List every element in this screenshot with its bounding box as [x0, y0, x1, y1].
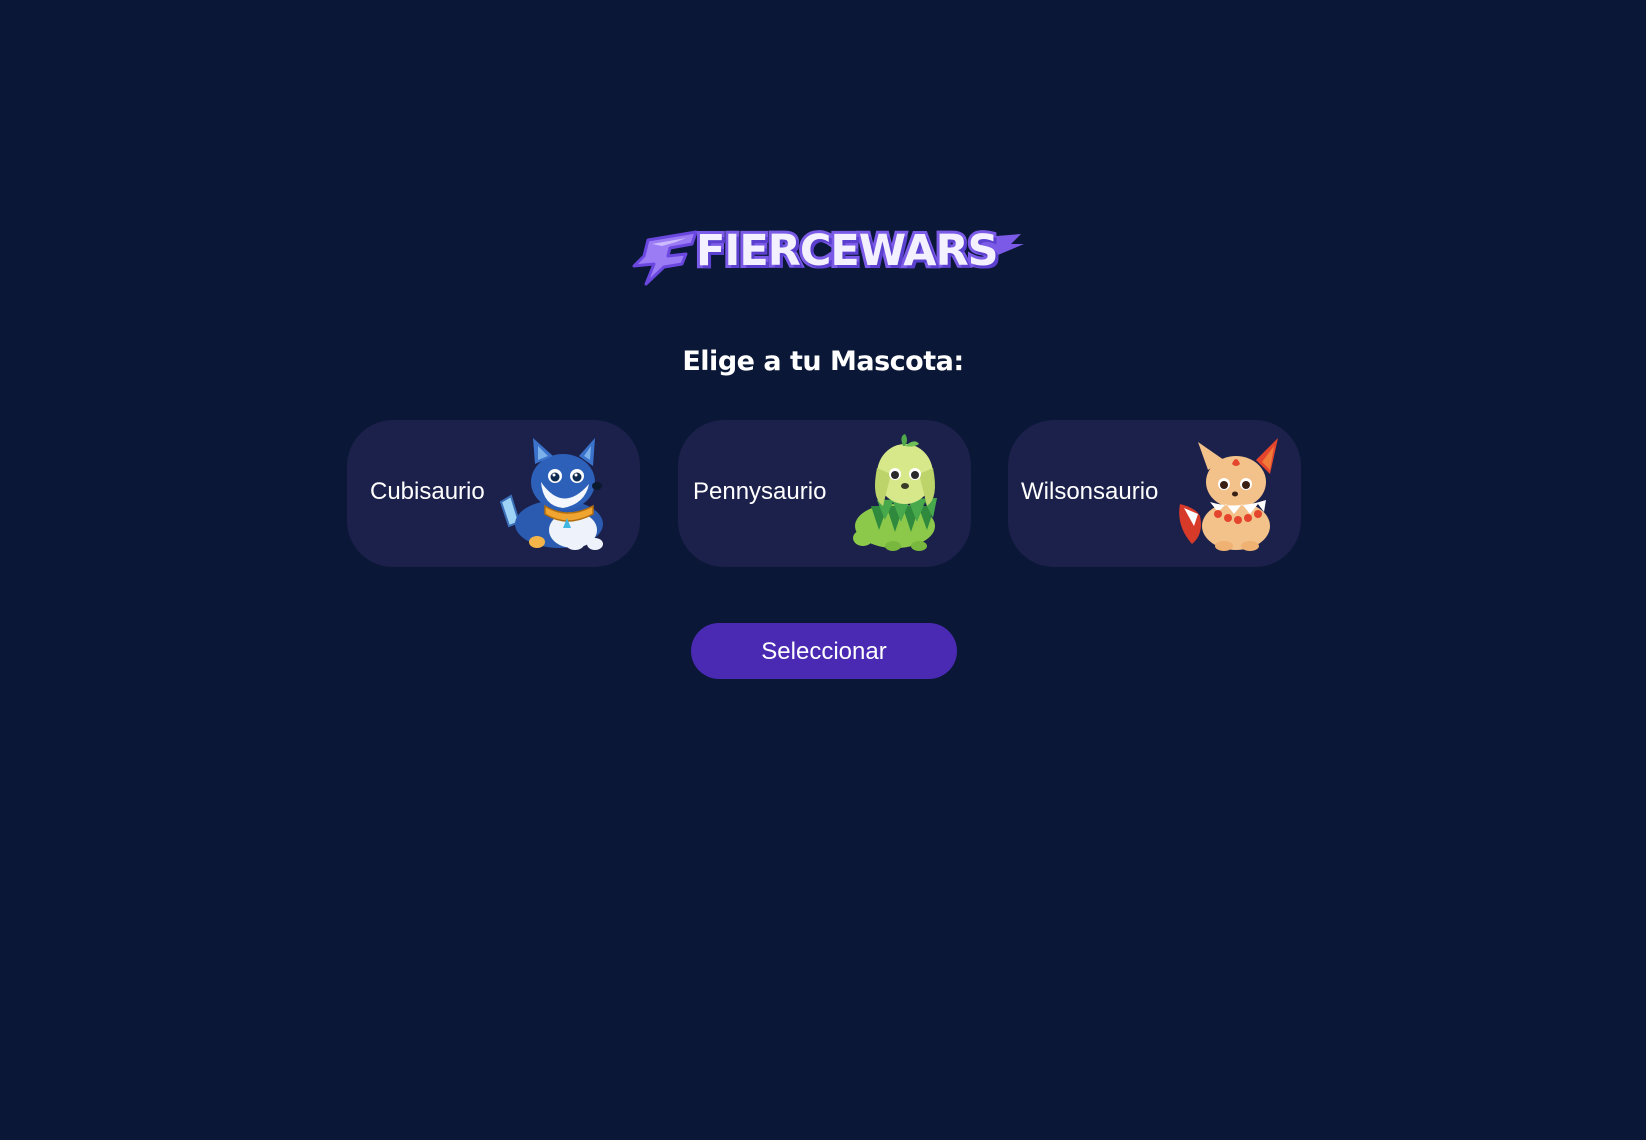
- pet-name: Cubisaurio: [370, 478, 485, 505]
- pet-name: Wilsonsaurio: [1021, 478, 1159, 505]
- pet-card-list: Cubisaurio Pennysaurio Wilsonsaurio: [347, 420, 1301, 567]
- fiercewars-logo: FIERCEWARS: [626, 222, 1026, 292]
- orange-fire-fox-pet-icon: [1179, 438, 1278, 551]
- logo-wordmark: FIERCEWARS: [693, 226, 1002, 276]
- pet-card-cubisaurio[interactable]: Cubisaurio: [347, 420, 640, 567]
- pet-card-wilsonsaurio[interactable]: Wilsonsaurio: [1008, 420, 1301, 567]
- blue-wolf-pet-icon: [499, 438, 603, 550]
- pet-card-pennysaurio[interactable]: Pennysaurio: [678, 420, 971, 567]
- pet-selection-screen: FIERCEWARS Elige a tu Mascota: Cubisauri…: [0, 0, 1646, 1140]
- select-button[interactable]: Seleccionar: [691, 623, 957, 679]
- page-title: Elige a tu Mascota:: [682, 346, 964, 377]
- green-leaf-dog-pet-icon: [853, 434, 937, 551]
- pet-name: Pennysaurio: [693, 478, 827, 505]
